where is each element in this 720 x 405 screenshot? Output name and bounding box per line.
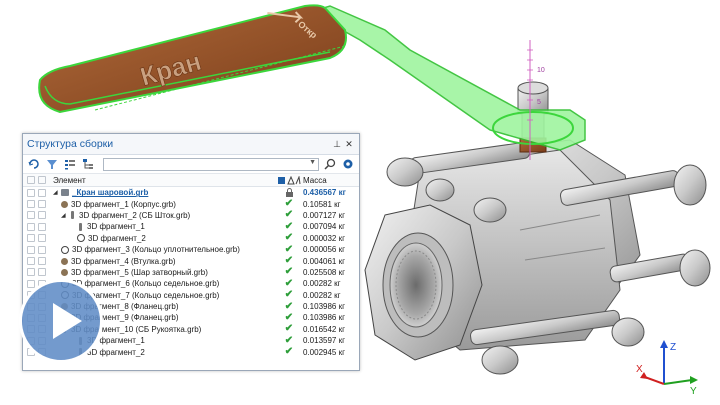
root-mass: 0.436567 кг [303,188,346,198]
tree-row-root[interactable]: ◢ _Кран шаровой.grb 0.436567 кг [23,187,359,198]
row-mass: 0.00282 кг [303,290,341,300]
pin-icon[interactable]: ⊥ [331,138,343,150]
check-icon: ✔ [284,209,294,221]
check-icon: ✔ [284,243,294,255]
refresh-icon[interactable] [27,157,41,171]
row-mass: 0.013597 кг [303,336,346,346]
row-mass: 0.002945 кг [303,347,346,357]
chevron-down-icon[interactable]: ▼ [309,159,316,166]
column-element[interactable]: Элемент [53,176,275,185]
check-icon: ✔ [284,323,294,335]
row-mass: 0.007094 кг [303,222,346,232]
tree-row[interactable]: 3D фрагмент_2 ✔ 0.000032 кг [23,233,359,244]
tree-row[interactable]: 3D фрагмент_5 (Шар затворный.grb) ✔ 0.0255… [23,267,359,278]
part-icon [61,200,68,208]
row-mass: 0.000056 кг [303,245,346,255]
assembly-icon [61,189,69,197]
row-mass: 0.025508 кг [303,267,346,277]
axis-x-label: X [636,364,643,375]
visibility-toggles[interactable] [23,222,53,231]
tree-row[interactable]: ◢ 3D фрагмент_2 (СБ Шток.grb) ✔ 0.007127 кг [23,210,359,221]
row-name: 3D фрагмент_2 [88,233,146,243]
row-name: 3D фрагмент_2 (СБ Шток.grb) [79,210,191,220]
play-button[interactable] [19,279,103,363]
column-state-icons [275,175,303,185]
part-icon [61,268,68,276]
part-icon [61,257,68,265]
tree-row[interactable]: 3D фрагмент_4 (Втулка.grb) ✔ 0.004061 кг [23,255,359,266]
axis-z-label: Z [670,342,676,353]
expand-icon[interactable]: ◢ [61,212,69,219]
visibility-toggles[interactable] [23,211,53,220]
stem-part-icon [79,222,82,231]
check-icon: ✔ [284,300,294,312]
check-icon: ✔ [284,311,294,323]
panel-header: Структура сборки ⊥ ✕ [23,134,359,155]
ring-part-icon [61,245,69,254]
visibility-toggles[interactable] [23,245,53,254]
row-mass: 0.103986 кг [303,302,346,312]
row-name: 3D фрагмент_1 [87,222,145,232]
check-icon: ✔ [284,266,294,278]
column-mass[interactable]: Масса [303,176,359,185]
list-icon[interactable] [63,157,77,171]
check-icon: ✔ [284,232,294,244]
row-mass: 0.016542 кг [303,324,346,334]
row-name: 3D фрагмент_4 (Втулка.grb) [71,256,176,266]
row-mass: 0.000032 кг [303,233,346,243]
check-icon: ✔ [284,346,294,358]
row-mass: 0.00282 кг [303,279,341,289]
row-mass: 0.10581 кг [303,199,341,209]
close-icon[interactable]: ✕ [343,138,355,150]
filter-input[interactable]: ▼ [103,157,319,171]
root-name: _Кран шаровой.grb [72,188,149,198]
gear-icon[interactable] [341,157,355,171]
visibility-toggles[interactable] [23,257,53,266]
panel-title: Структура сборки [27,138,114,150]
row-mass: 0.004061 кг [303,256,346,266]
stem-part-icon [71,211,74,220]
check-icon: ✔ [284,289,294,301]
visibility-toggles[interactable] [23,234,53,243]
ruler-label-10: 10 [537,67,545,74]
ring-part-icon [77,234,85,243]
column-header: Элемент Масса [23,174,359,187]
row-mass: 0.103986 кг [303,313,346,323]
panel-toolbar: ▼ [23,155,359,174]
visibility-toggles[interactable] [23,200,53,209]
search-icon[interactable] [323,157,337,171]
row-mass: 0.007127 кг [303,210,346,220]
visibility-toggles[interactable] [23,268,53,277]
check-icon: ✔ [284,334,294,346]
play-icon [53,303,82,339]
tree-icon[interactable] [81,157,95,171]
ruler-label-5: 5 [537,99,541,106]
visibility-toggles[interactable] [23,188,53,197]
visibility-header-icons [23,176,53,184]
axis-y-label: Y [690,386,697,396]
check-icon: ✔ [284,255,294,267]
tree-row[interactable]: 3D фрагмент_1 ✔ 0.007094 кг [23,221,359,232]
filter-icon[interactable] [45,157,59,171]
handle-highlighted[interactable]: Кран Откр [38,4,586,151]
row-name: 3D фрагмент_1 (Корпус.grb) [71,199,176,209]
check-icon: ✔ [284,220,294,232]
expand-icon[interactable]: ◢ [53,189,61,196]
tree-row[interactable]: 3D фрагмент_1 (Корпус.grb) ✔ 0.10581 кг [23,198,359,209]
row-name: 3D фрагмент_3 (Кольцо уплотнительное.grb… [72,245,240,255]
check-icon: ✔ [284,198,294,210]
tree-row[interactable]: 3D фрагмент_3 (Кольцо уплотнительное.grb… [23,244,359,255]
check-icon: ✔ [284,277,294,289]
lock-icon [275,188,303,198]
row-name: 3D фрагмент_5 (Шар затворный.grb) [71,267,208,277]
axis-triad: Z X Y [636,340,698,396]
